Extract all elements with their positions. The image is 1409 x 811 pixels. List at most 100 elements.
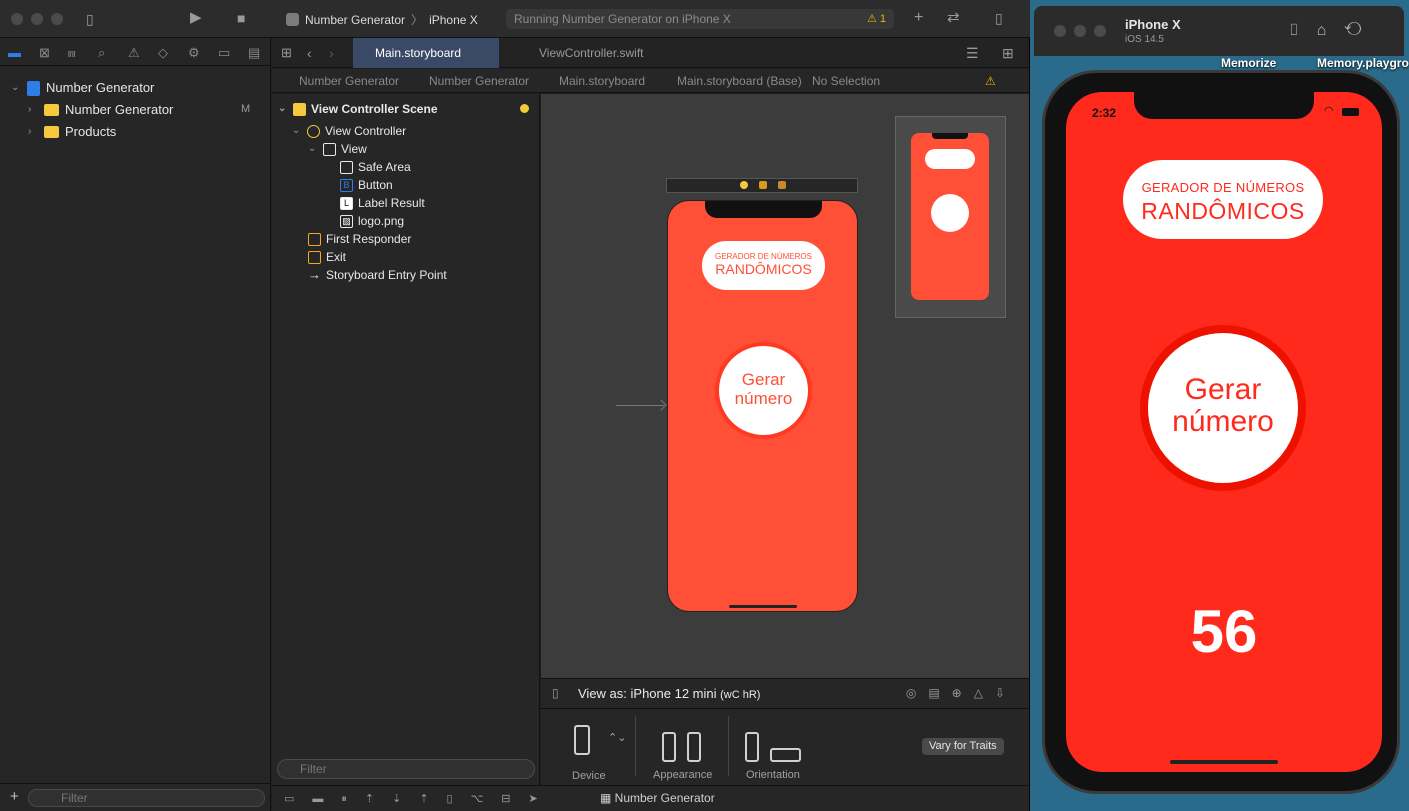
- warning-icon[interactable]: ⚠: [985, 69, 996, 93]
- minimize-window-button[interactable]: [1074, 25, 1086, 37]
- appearance-dark-icon[interactable]: [687, 732, 701, 762]
- outline-safe-area[interactable]: Safe Area: [340, 158, 411, 176]
- outline-button[interactable]: B Button: [340, 176, 393, 194]
- back-icon[interactable]: ‹: [307, 46, 312, 60]
- navigator-filter-input[interactable]: Filter: [28, 789, 265, 807]
- outline-logo-image[interactable]: ▨ logo.png: [340, 212, 404, 230]
- run-icon[interactable]: ▶: [190, 10, 202, 25]
- simulator-window: iPhone X iOS 14.5 ⌷⌂⟲ 2:32 ◠ GERADOR DE …: [1034, 0, 1409, 811]
- outline-label: View Controller: [325, 124, 407, 138]
- outline-label-result[interactable]: L Label Result: [340, 194, 425, 212]
- add-file-icon[interactable]: +: [10, 788, 19, 805]
- orientation-label: Orientation: [746, 769, 800, 781]
- breakpoint-tab-icon[interactable]: ▭: [218, 45, 230, 61]
- minimize-window-button[interactable]: [31, 13, 43, 25]
- device-label: Device: [572, 770, 606, 782]
- exit-dock-icon[interactable]: [778, 181, 786, 189]
- outline-view-controller[interactable]: ⌄ View Controller: [292, 122, 406, 140]
- tree-item-group-number-generator[interactable]: › Number Generator: [28, 100, 173, 120]
- chevron-down-icon[interactable]: ⌄: [11, 78, 21, 98]
- filter-placeholder: Filter: [61, 791, 88, 805]
- view-as-device: View as: iPhone 12 mini: [578, 686, 717, 701]
- scheme-project: Number Generator: [305, 12, 406, 27]
- inspector-toggle-icon[interactable]: ▯: [995, 11, 1003, 25]
- outline-filter-input[interactable]: Filter: [277, 759, 535, 779]
- grid-icon[interactable]: ⊞: [281, 46, 292, 60]
- editor-options-icon[interactable]: ☰: [966, 46, 979, 60]
- tab-viewcontroller-swift[interactable]: ViewController.swift: [517, 38, 667, 68]
- test-tab-icon[interactable]: ◇: [158, 45, 168, 61]
- minimap-phone: [911, 133, 989, 300]
- scene-dock[interactable]: [666, 178, 858, 193]
- report-tab-icon[interactable]: ▤: [248, 45, 260, 61]
- result-label: 56: [1190, 598, 1258, 665]
- orientation-landscape-icon[interactable]: [770, 748, 801, 762]
- code-review-icon[interactable]: ⇄: [947, 10, 960, 25]
- outline-exit[interactable]: Exit: [308, 248, 346, 266]
- symbol-tab-icon[interactable]: ⩎: [68, 45, 75, 61]
- breadcrumb-selection[interactable]: No Selection: [812, 69, 880, 93]
- view-as-label[interactable]: View as: iPhone 12 mini (wC hR): [578, 686, 760, 701]
- outline-entry-point[interactable]: → Storyboard Entry Point: [308, 266, 447, 284]
- forward-icon[interactable]: ›: [329, 46, 334, 60]
- tree-item-group-products[interactable]: › Products: [28, 122, 116, 142]
- source-control-tab-icon[interactable]: ⊠: [39, 45, 50, 61]
- debug-target[interactable]: ▦ Number Generator: [600, 791, 715, 805]
- vary-for-traits-button[interactable]: Vary for Traits: [922, 738, 1004, 755]
- appearance-light-icon[interactable]: [662, 732, 676, 762]
- scheme-selector[interactable]: Number Generator 〉 iPhone X: [286, 11, 478, 28]
- sidebar-toggle-icon[interactable]: ▯: [86, 12, 94, 26]
- orientation-portrait-icon[interactable]: [745, 732, 759, 762]
- debug-tab-icon[interactable]: ⚙: [188, 45, 200, 61]
- chevron-down-icon[interactable]: ⌄: [292, 122, 302, 140]
- storyboard-logo[interactable]: GERADOR DE NÚMEROS RANDÔMICOS: [702, 241, 825, 290]
- home-indicator[interactable]: [1170, 760, 1278, 764]
- tree-item-label: Number Generator: [65, 102, 174, 117]
- stop-icon[interactable]: ■: [237, 11, 245, 25]
- chevron-right-icon[interactable]: ›: [28, 100, 38, 120]
- simulator-toolbar-icons[interactable]: ⌷⌂⟲: [1289, 22, 1379, 40]
- device-icon[interactable]: [574, 725, 590, 755]
- outline-first-responder[interactable]: First Responder: [308, 230, 411, 248]
- zoom-window-button[interactable]: [51, 13, 63, 25]
- chevron-down-icon[interactable]: ⌄: [308, 140, 318, 158]
- chevron-down-icon[interactable]: ⌄: [278, 100, 288, 118]
- breadcrumb-localization[interactable]: Main.storyboard (Base): [677, 69, 802, 93]
- app-screen[interactable]: 2:32 ◠ GERADOR DE NÚMEROS RANDÔMICOS Ger…: [1066, 92, 1382, 772]
- device-stepper-icon[interactable]: ⌃⌄: [608, 731, 626, 744]
- canvas-tools-icons[interactable]: ◎▤⊕△⇩: [906, 686, 1017, 700]
- outline-label: logo.png: [358, 214, 405, 228]
- entry-point-arrow[interactable]: [616, 405, 664, 406]
- split-editor-icon[interactable]: ⊞: [1002, 46, 1014, 60]
- generate-number-button[interactable]: Gerar número: [1140, 325, 1306, 491]
- app-icon: [286, 13, 299, 26]
- breadcrumb-file[interactable]: Main.storyboard: [559, 69, 645, 93]
- warning-count[interactable]: ⚠ 1: [867, 9, 886, 29]
- storyboard-canvas[interactable]: GERADOR DE NÚMEROS RANDÔMICOS Gerar núme…: [541, 94, 1029, 678]
- breadcrumb-group[interactable]: Number Generator: [429, 69, 529, 93]
- label-icon: L: [340, 196, 353, 210]
- scene-warning-icon[interactable]: [520, 104, 529, 113]
- add-library-icon[interactable]: +: [914, 10, 923, 26]
- zoom-window-button[interactable]: [1094, 25, 1106, 37]
- tab-main-storyboard[interactable]: Main.storyboard: [353, 38, 499, 68]
- exit-icon: [308, 250, 321, 264]
- outline-view[interactable]: ⌄ View: [308, 140, 367, 158]
- panel-toggle-icon[interactable]: ▯: [552, 686, 559, 700]
- vc-dock-icon[interactable]: [740, 181, 748, 189]
- responder-dock-icon[interactable]: [759, 181, 767, 189]
- close-window-button[interactable]: [1054, 25, 1066, 37]
- storyboard-generate-button[interactable]: Gerar número: [715, 342, 812, 439]
- outline-scene[interactable]: ⌄ View Controller Scene: [278, 100, 438, 118]
- canvas-minimap[interactable]: [895, 116, 1006, 318]
- folder-tab-icon[interactable]: ▬: [8, 45, 21, 60]
- issue-tab-icon[interactable]: ⚠: [128, 45, 140, 61]
- chevron-right-icon[interactable]: ›: [28, 122, 38, 142]
- tree-item-project[interactable]: ⌄ Number Generator: [11, 78, 154, 98]
- simulator-titlebar: iPhone X iOS 14.5 ⌷⌂⟲: [1034, 6, 1404, 56]
- debug-controls-icons[interactable]: ▭▬⏸⇡⇣⇡▯⌥⊟➤: [284, 792, 556, 806]
- storyboard-phone-frame[interactable]: GERADOR DE NÚMEROS RANDÔMICOS Gerar núme…: [667, 200, 858, 612]
- close-window-button[interactable]: [11, 13, 23, 25]
- breadcrumb-project[interactable]: Number Generator: [299, 69, 399, 93]
- find-tab-icon[interactable]: ⌕: [98, 45, 105, 61]
